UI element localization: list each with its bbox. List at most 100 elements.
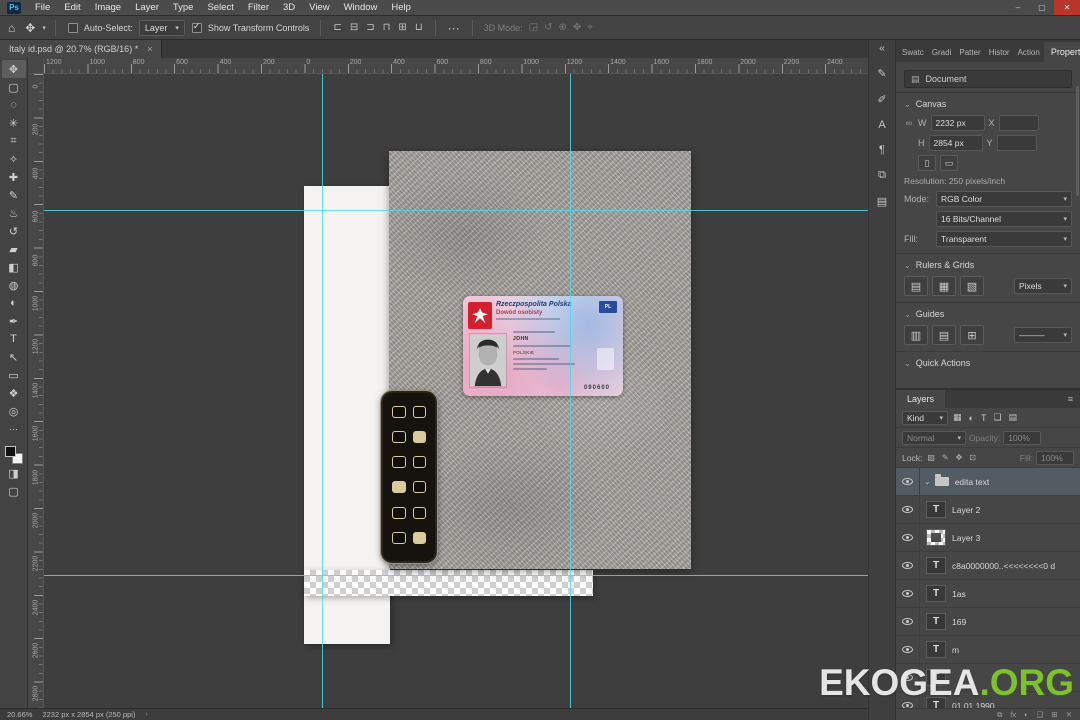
vertical-guide[interactable] [570,74,571,708]
toggle-grid-button[interactable]: ▦ [932,276,956,296]
menu-item[interactable]: Window [337,2,385,13]
toggle-rulers-button[interactable]: ▤ [904,276,928,296]
layer-row[interactable]: Layer 3 [896,524,1080,552]
rulers-grids-section-header[interactable]: ⌄ Rulers & Grids [896,253,1080,274]
eraser-tool-button[interactable]: ▰ [2,240,26,258]
width-input[interactable]: 2232 px [931,115,985,131]
filter-type-layers-icon[interactable]: T [979,413,989,423]
filter-pixel-layers-icon[interactable]: ▦ [951,412,964,423]
pen-tool-button[interactable]: ✒ [2,312,26,330]
more-options-icon[interactable]: ··· [445,21,463,35]
tab-history[interactable]: Histor [985,43,1014,62]
gradient-tool-button[interactable]: ◧ [2,258,26,276]
new-layer-icon[interactable]: ⊞ [1051,710,1057,719]
filter-smart-objects-icon[interactable]: ▤ [1007,412,1020,423]
eyedropper-tool-button[interactable]: ✧ [2,150,26,168]
zoom-level[interactable]: 20.66% [7,710,32,719]
crop-tool-button[interactable]: ⌗ [2,132,26,150]
align-icon[interactable]: ⊞ [395,22,409,33]
document-tab[interactable]: Italy id.psd @ 20.7% (RGB/16) * × [0,40,162,58]
canvas-fill-dropdown[interactable]: Transparent ▾ [936,231,1072,247]
visibility-cell[interactable] [896,580,920,607]
clone-source-panel-icon[interactable]: ⧉ [878,169,886,182]
horizontal-guide[interactable] [44,210,868,211]
horizontal-ruler[interactable]: 1200100080060040020002004006008001000120… [44,58,868,74]
layer-effects-icon[interactable]: fx [1010,710,1016,719]
layer-mask-icon[interactable]: ◐ [1024,710,1029,719]
horizontal-guide[interactable] [44,575,868,576]
edit-toolbar-icon[interactable]: ··· [2,420,26,438]
menu-item[interactable]: File [28,2,57,13]
brush-settings-panel-icon[interactable]: ✎ [877,67,886,80]
link-layers-icon[interactable]: ⧉ [997,710,1002,720]
tab-layers[interactable]: Layers [896,390,945,408]
eye-icon[interactable] [902,590,913,597]
guides-section-header[interactable]: ⌄ Guides [896,302,1080,323]
paragraph-panel-icon[interactable]: ¶ [879,144,885,156]
filter-kind-dropdown[interactable]: Kind ▾ [902,411,948,425]
align-icon[interactable]: ⊔ [412,22,426,33]
magic-wand-tool-button[interactable]: ✳ [2,114,26,132]
opacity-input[interactable]: 100% [1003,431,1041,445]
units-dropdown[interactable]: Pixels ▾ [1014,278,1072,294]
filter-adjustment-layers-icon[interactable]: ◐ [967,413,976,423]
lock-guides-button[interactable]: ▤ [932,325,956,345]
healing-brush-tool-button[interactable]: ✚ [2,168,26,186]
lasso-tool-button[interactable]: ◌ [2,96,26,114]
canvas-section-header[interactable]: ⌄ Canvas [896,92,1080,113]
calculator-photo[interactable] [381,391,437,563]
group-expand-chevron-icon[interactable]: ⌄ [924,477,931,486]
height-input[interactable]: 2854 px [929,135,983,151]
eye-icon[interactable] [902,562,913,569]
minimize-button[interactable]: – [1006,0,1030,15]
history-brush-tool-button[interactable]: ↺ [2,222,26,240]
menu-item[interactable]: Type [166,2,201,13]
document-info[interactable]: 2232 px x 2854 px (250 ppi) [42,710,135,719]
menu-item[interactable]: 3D [276,2,302,13]
expand-panels-icon[interactable]: « [879,43,885,54]
transparent-checker-area[interactable] [304,570,593,596]
align-icon[interactable]: ⊏ [330,22,344,33]
tab-swatches[interactable]: Swatc [898,43,928,62]
eye-icon[interactable] [902,646,913,653]
auto-select-target-dropdown[interactable]: Layer ▾ [139,20,185,36]
character-panel-icon[interactable]: A [878,119,885,131]
marquee-tool-button[interactable]: ▢ [2,78,26,96]
type-tool-button[interactable]: T [2,330,26,348]
menu-item[interactable]: Edit [57,2,87,13]
foreground-color-swatch[interactable] [5,446,16,457]
quick-mask-button[interactable]: ◨ [2,464,26,482]
libraries-panel-icon[interactable]: ▤ [877,195,887,208]
visibility-cell[interactable] [896,636,920,663]
home-icon[interactable]: ⌂ [5,21,18,35]
eye-icon[interactable] [902,534,913,541]
close-button[interactable]: ✕ [1054,0,1080,15]
path-selection-tool-button[interactable]: ↖ [2,348,26,366]
canvas-pasteboard[interactable]: Rzeczpospolita Polska Dowód osobisty PL … [44,74,868,708]
status-options-arrow-icon[interactable]: › [145,711,147,718]
visibility-cell[interactable] [896,524,920,551]
auto-select-checkbox[interactable] [68,23,78,33]
tab-patterns[interactable]: Patter [955,43,984,62]
lock-transparency-icon[interactable]: ▨ [925,453,937,462]
visibility-cell[interactable] [896,608,920,635]
menu-item[interactable]: Filter [241,2,276,13]
vertical-guide[interactable] [322,74,323,708]
blur-tool-button[interactable]: ◍ [2,276,26,294]
clone-stamp-tool-button[interactable]: ♨ [2,204,26,222]
shape-tool-button[interactable]: ▭ [2,366,26,384]
fabric-texture-photo[interactable]: Rzeczpospolita Polska Dowód osobisty PL … [389,151,691,569]
layer-row[interactable]: T 169 [896,608,1080,636]
guide-style-dropdown[interactable]: ——— ▾ [1014,327,1072,343]
blend-mode-dropdown[interactable]: Normal ▾ [902,431,966,445]
eye-icon[interactable] [902,478,913,485]
paint-panel-icon[interactable]: ✐ [877,93,886,106]
visibility-cell[interactable] [896,468,920,495]
color-mode-dropdown[interactable]: RGB Color ▾ [936,191,1072,207]
eye-icon[interactable] [902,506,913,513]
ruler-corner[interactable] [28,58,44,74]
menu-item[interactable]: Help [384,2,418,13]
layer-row[interactable]: T c8a0000000..<<<<<<<<0 d [896,552,1080,580]
tool-preset-caret-icon[interactable]: ▾ [42,24,46,32]
tab-properties[interactable]: Properties [1044,42,1080,62]
